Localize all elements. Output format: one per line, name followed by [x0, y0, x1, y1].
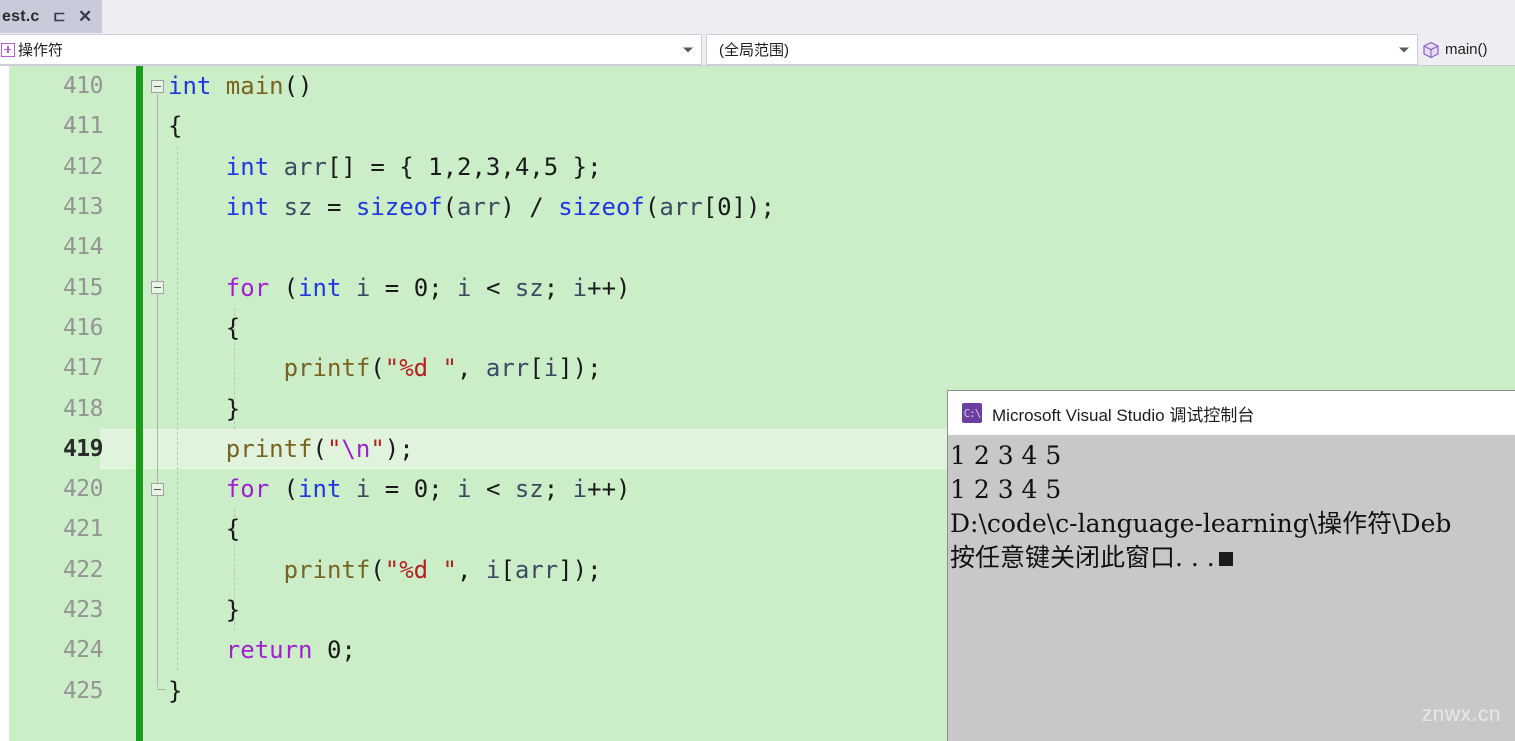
code-text: printf("%d ", i[arr]); [283, 555, 602, 584]
code-line[interactable]: 415 for (int i = 0; i < sz; i++) [0, 267, 1515, 307]
console-output-line: 1 2 3 4 5 [950, 441, 1062, 470]
line-number: 421 [62, 516, 104, 543]
console-output[interactable]: 1 2 3 4 5 1 2 3 4 5 D:\code\c-language-lea… [948, 435, 1515, 575]
code-text: printf("\n"); [225, 434, 414, 463]
line-number: 424 [62, 637, 104, 664]
line-number: 410 [62, 73, 104, 100]
collapse-minus-icon[interactable] [151, 79, 164, 93]
code-line[interactable]: 411 { [0, 106, 1515, 146]
line-number: 411 [62, 113, 104, 140]
member-scope-value: (全局范围) [719, 42, 789, 59]
code-text: printf("%d ", arr[i]); [283, 354, 602, 383]
watermark: znwx.cn [1421, 703, 1501, 726]
close-icon[interactable]: ✕ [78, 8, 92, 25]
code-text: { [168, 313, 241, 342]
console-titlebar[interactable]: C:\ Microsoft Visual Studio 调试控制台 [948, 391, 1515, 435]
project-box-icon [1, 42, 15, 57]
collapse-minus-icon[interactable] [151, 281, 164, 295]
line-number: 422 [62, 556, 104, 583]
document-tab-test-c[interactable]: est.c ⊐ ✕ [0, 0, 103, 33]
collapse-minus-icon[interactable] [151, 482, 164, 496]
debug-console-window[interactable]: C:\ Microsoft Visual Studio 调试控制台 1 2 3 … [947, 390, 1515, 741]
code-text: { [168, 515, 241, 544]
line-number: 414 [62, 234, 104, 261]
project-scope-dropdown[interactable]: 操作符 [0, 34, 702, 65]
line-number: 425 [62, 677, 104, 704]
code-text: return 0; [225, 636, 356, 665]
code-text: { [168, 112, 183, 141]
tab-title: est.c [2, 7, 40, 25]
project-scope-value: 操作符 [18, 42, 64, 59]
line-number: 415 [62, 274, 104, 301]
chevron-down-icon[interactable] [1399, 47, 1409, 52]
member-scope-dropdown[interactable]: (全局范围) [706, 34, 1418, 65]
code-text: } [168, 596, 241, 624]
code-text: int main() [168, 72, 313, 101]
code-text: int arr[] = { 1,2,3,4,5 }; [225, 152, 602, 181]
current-method-label: main() [1445, 41, 1488, 58]
console-title-text: Microsoft Visual Studio 调试控制台 [992, 405, 1255, 425]
tabstrip-empty-area [108, 0, 1515, 33]
pin-icon[interactable]: ⊐ [53, 8, 66, 25]
console-cursor [1218, 552, 1233, 566]
line-number: 413 [62, 194, 104, 221]
line-number: 423 [62, 597, 104, 623]
fold-guide-end [157, 688, 166, 690]
editor-tabstrip: est.c ⊐ ✕ [0, 0, 1515, 33]
console-output-line: D:\code\c-language-learning\操作符\Deb [950, 509, 1452, 538]
code-text: } [168, 394, 241, 423]
line-number: 420 [62, 476, 104, 503]
console-output-line: 1 2 3 4 5 [950, 475, 1062, 504]
line-number: 418 [62, 395, 104, 422]
navigation-bar: 操作符 (全局范围) main() [0, 33, 1515, 66]
line-number: 416 [62, 314, 104, 341]
line-number: 412 [62, 153, 104, 180]
visual-studio-window: est.c ⊐ ✕ 操作符 (全局范围) main() 410 int main… [0, 0, 1515, 741]
cmd-icon: C:\ [962, 403, 982, 423]
code-line[interactable]: 413 int sz = sizeof(arr) / sizeof(arr[0]… [0, 187, 1515, 227]
code-line[interactable]: 412 int arr[] = { 1,2,3,4,5 }; [0, 147, 1515, 187]
changed-lines-indicator [136, 66, 143, 741]
code-line[interactable]: 416 { [0, 308, 1515, 348]
current-method-indicator[interactable]: main() [1422, 34, 1488, 65]
chevron-down-icon[interactable] [683, 47, 693, 52]
code-text: for (int i = 0; i < sz; i++) [225, 475, 631, 504]
code-text: } [168, 676, 183, 705]
code-line[interactable]: 414 [0, 227, 1515, 267]
method-cube-icon [1423, 41, 1439, 58]
code-text: for (int i = 0; i < sz; i++) [225, 273, 631, 302]
line-number: 417 [62, 355, 104, 382]
code-line[interactable]: 410 int main() [0, 66, 1515, 106]
code-line[interactable]: 417 printf("%d ", arr[i]); [0, 348, 1515, 388]
line-number: 419 [62, 435, 104, 462]
console-output-line: 按任意键关闭此窗口. . . [950, 541, 1515, 575]
code-text: int sz = sizeof(arr) / sizeof(arr[0]); [225, 193, 775, 222]
fold-guide-line [157, 94, 158, 687]
